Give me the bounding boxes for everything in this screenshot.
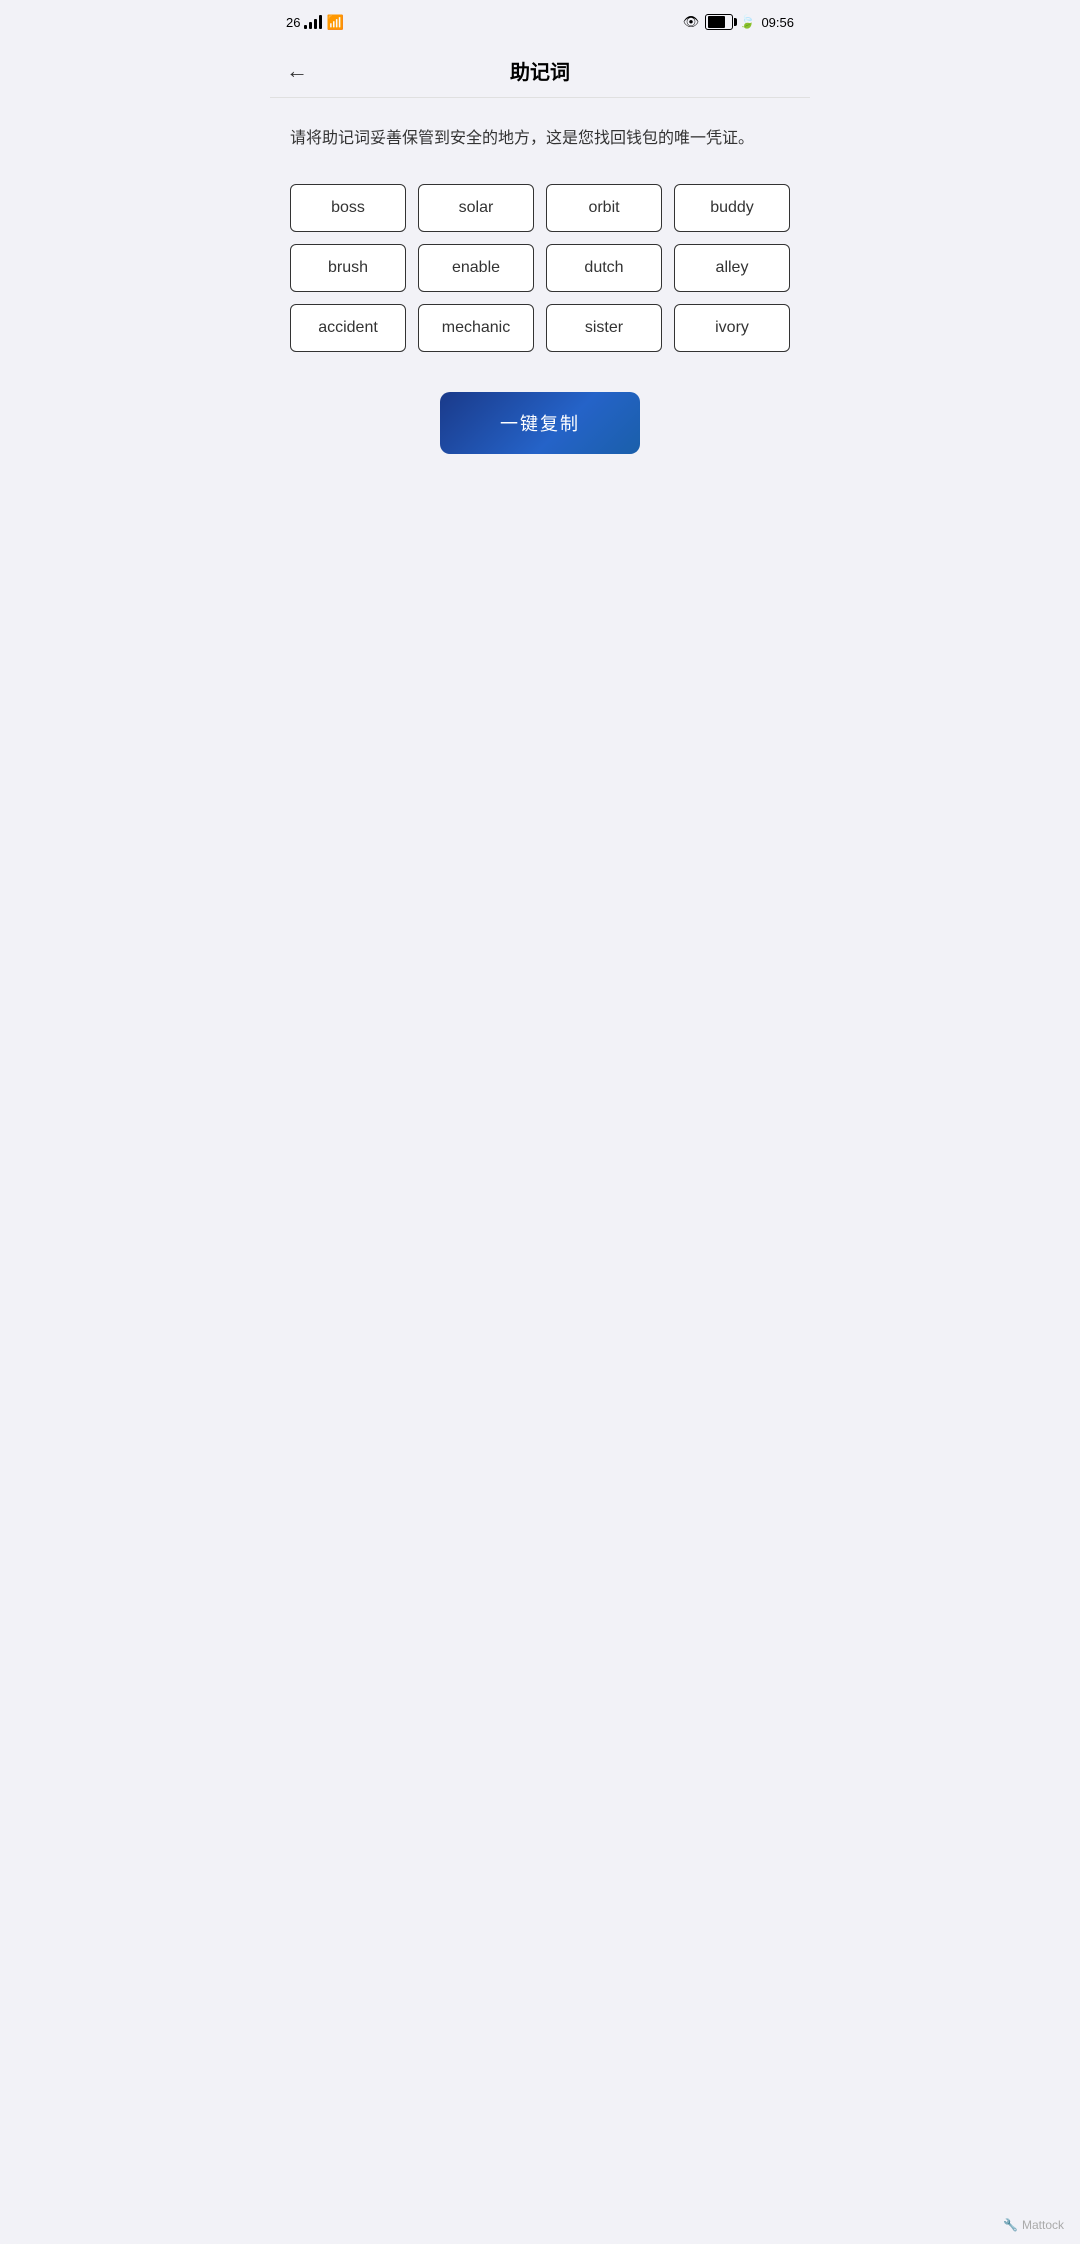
page-title: 助记词 xyxy=(510,56,570,85)
mnemonic-word-item: boss xyxy=(290,184,406,232)
nav-bar: ← 助记词 xyxy=(270,44,810,98)
mnemonic-word-item: accident xyxy=(290,304,406,352)
mnemonic-word-item: enable xyxy=(418,244,534,292)
description-text: 请将助记词妥善保管到安全的地方，这是您找回钱包的唯一凭证。 xyxy=(290,126,790,152)
watermark-text: Mattock xyxy=(1022,2218,1064,2232)
back-button[interactable]: ← xyxy=(286,60,308,82)
mnemonic-word-item: sister xyxy=(546,304,662,352)
main-content: 请将助记词妥善保管到安全的地方，这是您找回钱包的唯一凭证。 bosssolaro… xyxy=(270,98,810,474)
wifi-icon: 📶 xyxy=(326,14,343,31)
footer-watermark: 🔧 Mattock xyxy=(1003,2218,1064,2232)
mnemonic-word-item: buddy xyxy=(674,184,790,232)
signal-text: 26 xyxy=(286,15,300,30)
copy-button[interactable]: 一键复制 xyxy=(440,392,640,454)
mnemonic-word-item: ivory xyxy=(674,304,790,352)
mnemonic-word-item: orbit xyxy=(546,184,662,232)
mnemonic-word-item: alley xyxy=(674,244,790,292)
mnemonic-word-item: mechanic xyxy=(418,304,534,352)
status-bar: 26 📶 👁 🍃 09:56 xyxy=(270,0,810,44)
mnemonic-word-item: solar xyxy=(418,184,534,232)
time-display: 09:56 xyxy=(761,15,794,30)
status-left: 26 📶 xyxy=(286,14,344,31)
copy-button-wrapper: 一键复制 xyxy=(290,392,790,454)
mnemonic-word-item: brush xyxy=(290,244,406,292)
leaf-icon: 🍃 xyxy=(739,14,755,30)
battery-icon xyxy=(705,14,733,30)
signal-bars-icon xyxy=(304,15,322,29)
mnemonic-word-item: dutch xyxy=(546,244,662,292)
status-right: 👁 🍃 09:56 xyxy=(683,14,794,30)
eye-icon: 👁 xyxy=(683,14,700,30)
watermark-logo-icon: 🔧 xyxy=(1003,2218,1018,2232)
mnemonic-grid: bosssolarorbitbuddy brushenabledutchalley… xyxy=(290,184,790,352)
